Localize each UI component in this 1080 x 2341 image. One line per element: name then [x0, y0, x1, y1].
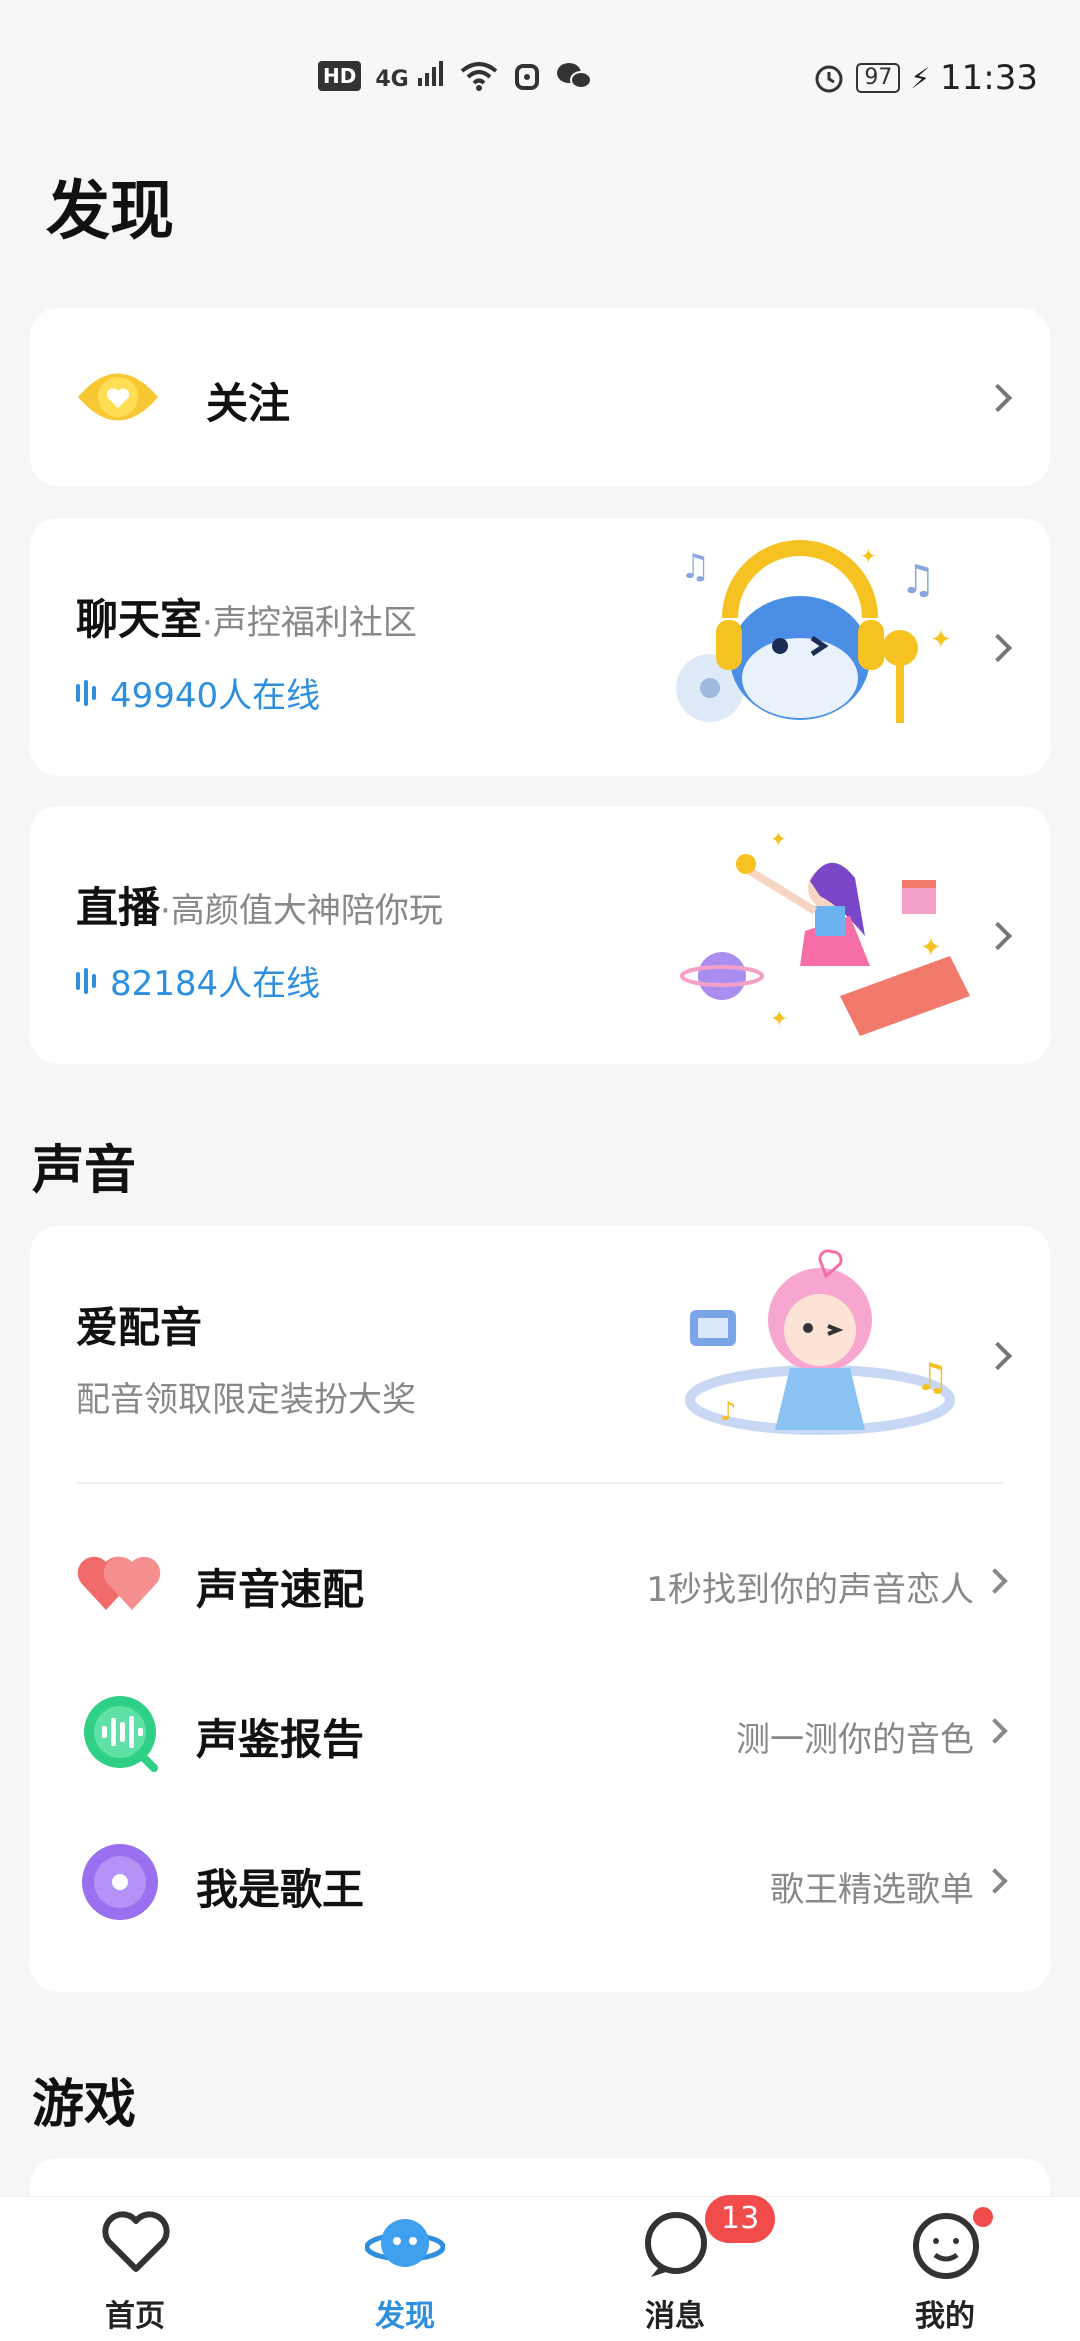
svg-text:♫: ♫ — [915, 1355, 949, 1399]
chatroom-title: 聊天室 — [76, 595, 203, 644]
chevron-right-icon — [983, 1341, 1013, 1371]
dub-anime-girl-illustration: ♫♪ — [685, 1249, 955, 1435]
live-card[interactable]: 直播·高颜值大神陪你玩 82184人在线 ✦ ✦ ✦ — [30, 806, 1050, 1064]
hd-indicator: HD — [318, 61, 362, 91]
dub-desc: 配音领取限定装扮大奖 — [76, 1380, 416, 1420]
svg-text:♪: ♪ — [720, 1397, 737, 1427]
notification-dot — [973, 2207, 993, 2227]
live-online-count: 82184人在线 — [76, 956, 320, 1005]
live-girl-illustration: ✦ ✦ ✦ — [680, 827, 970, 1036]
alarm-icon — [815, 65, 843, 93]
heart-icon — [77, 1556, 161, 1610]
page-title: 发现 — [46, 175, 174, 249]
singer-king-label: 我是歌王 — [196, 1865, 365, 1914]
tab-messages[interactable]: 消息 13 — [585, 2195, 776, 2341]
games-section-title: 游戏 — [32, 2075, 137, 2135]
status-bar: HD 4G 97 ⚡ 11:33 — [0, 0, 1080, 150]
vinyl-disc-icon — [82, 1844, 158, 1920]
chatroom-title-row: 聊天室·声控福利社区 — [76, 586, 417, 647]
eye-heart-icon — [78, 373, 158, 421]
chatroom-mascot-illustration: ♫ ♫ ✦ ✦ — [676, 540, 952, 723]
voice-wave-icon — [84, 1696, 158, 1772]
singer-king-row[interactable]: 我是歌王 歌王精选歌单 — [30, 1826, 1050, 1936]
tab-home[interactable]: 首页 — [45, 2197, 225, 2341]
tab-home-label: 首页 — [105, 2299, 165, 2334]
dub-title: 爱配音 — [76, 1303, 203, 1352]
voice-report-desc: 测一测你的音色 — [736, 1720, 974, 1760]
voice-match-desc: 1秒找到你的声音恋人 — [646, 1570, 974, 1610]
tab-discover-label: 发现 — [375, 2299, 435, 2334]
chatroom-subtitle: ·声控福利社区 — [202, 603, 417, 643]
svg-text:✦: ✦ — [920, 933, 942, 963]
follow-label: 关注 — [206, 379, 291, 428]
bottom-tab-bar: 首页 发现 消息 13 我的 — [0, 2195, 1080, 2341]
signal-icon: 4G — [375, 60, 446, 92]
chevron-right-icon — [983, 921, 1013, 951]
chevron-right-icon — [983, 383, 1013, 413]
voice-report-label: 声鉴报告 — [196, 1715, 365, 1764]
sound-bars-icon — [76, 967, 96, 994]
chat-bubble-icon — [645, 2212, 707, 2277]
live-subtitle: ·高颜值大神陪你玩 — [160, 891, 443, 931]
voice-match-row[interactable]: 声音速配 1秒找到你的声音恋人 — [30, 1526, 1050, 1636]
wechat-icon — [557, 63, 593, 89]
chevron-right-icon — [982, 1868, 1008, 1894]
notification-icon — [515, 64, 540, 90]
svg-text:✦: ✦ — [770, 1007, 788, 1032]
dub-entry[interactable]: 爱配音 配音领取限定装扮大奖 ♫ ♪ — [30, 1226, 1050, 1482]
divider — [76, 1482, 1004, 1484]
battery-indicator: 97 — [856, 63, 901, 93]
tab-me[interactable]: 我的 — [855, 2197, 1035, 2341]
chatroom-online-count: 49940人在线 — [76, 668, 320, 717]
wifi-icon — [461, 62, 498, 91]
chatroom-card[interactable]: 聊天室·声控福利社区 49940人在线 ♫ ♫ ✦ ✦ — [30, 518, 1050, 776]
chevron-right-icon — [982, 1568, 1008, 1594]
singer-king-desc: 歌王精选歌单 — [770, 1870, 974, 1910]
tab-me-label: 我的 — [915, 2299, 975, 2334]
tab-discover[interactable]: 发现 — [315, 2197, 495, 2341]
follow-card[interactable]: 关注 — [30, 308, 1050, 486]
svg-text:✦: ✦ — [770, 827, 787, 851]
live-title-row: 直播·高颜值大神陪你玩 — [76, 874, 443, 935]
svg-text:✦: ✦ — [860, 544, 877, 568]
sound-section-card: 爱配音 配音领取限定装扮大奖 ♫ ♪ 声音速配 1秒找到你的声音恋人 声鉴报告 … — [30, 1226, 1050, 1992]
live-online-text: 82184人在线 — [110, 964, 321, 1004]
planet-icon — [365, 2219, 445, 2267]
smile-face-icon — [913, 2213, 979, 2279]
heart-outline-icon — [102, 2211, 170, 2272]
svg-text:♫: ♫ — [900, 557, 936, 603]
clock: 11:33 — [940, 58, 1038, 98]
sound-section-title: 声音 — [32, 1141, 137, 1201]
chatroom-online-text: 49940人在线 — [110, 676, 321, 716]
svg-text:✦: ✦ — [930, 625, 952, 655]
voice-match-label: 声音速配 — [196, 1565, 365, 1614]
tab-messages-label: 消息 — [645, 2299, 705, 2334]
live-title: 直播 — [76, 883, 161, 932]
charging-icon: ⚡ — [910, 61, 931, 95]
messages-unread-badge: 13 — [705, 2195, 776, 2243]
svg-text:♫: ♫ — [680, 547, 710, 587]
voice-report-row[interactable]: 声鉴报告 测一测你的音色 — [30, 1676, 1050, 1786]
chevron-right-icon — [983, 633, 1013, 663]
chevron-right-icon — [982, 1718, 1008, 1744]
sound-bars-icon — [76, 679, 96, 706]
